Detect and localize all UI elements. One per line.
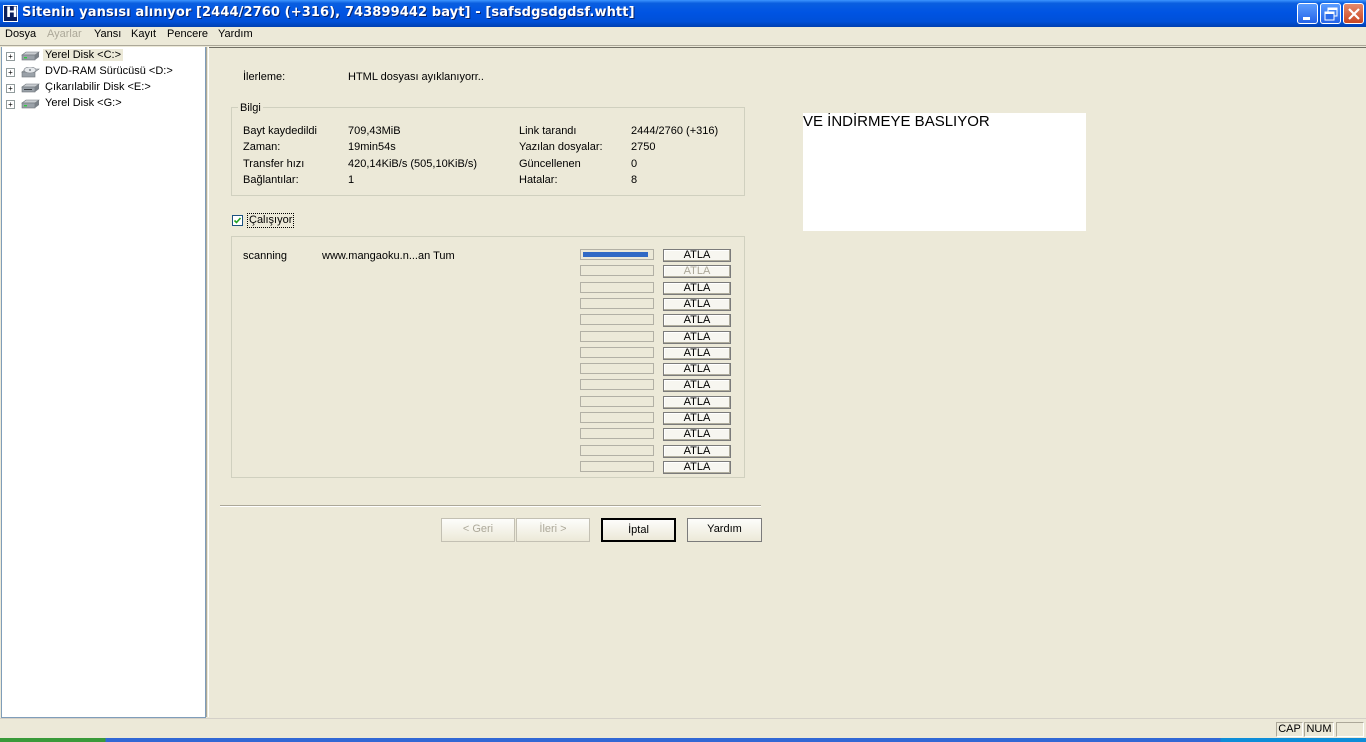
menu-ayarlar[interactable]: Ayarlar xyxy=(47,28,82,40)
tree-item-label: Yerel Disk <G:> xyxy=(45,97,122,109)
transfer-rate-value: 420,14KiB/s (505,10KiB/s) xyxy=(348,158,478,170)
skip-button[interactable]: ATLA xyxy=(663,331,731,344)
window-title: Sitenin yansısı alınıyor [2444/2760 (+31… xyxy=(22,5,635,20)
running-checkbox[interactable] xyxy=(232,215,243,226)
menu-separator xyxy=(0,45,1366,46)
taskbar-strip xyxy=(0,738,1366,742)
skip-button[interactable]: ATLA xyxy=(663,265,731,278)
errors-value: 8 xyxy=(631,174,638,186)
skip-button[interactable]: ATLA xyxy=(663,282,731,295)
running-label[interactable]: Çalışıyor xyxy=(247,213,295,228)
skip-button[interactable]: ATLA xyxy=(663,412,731,425)
slot-progress-bar xyxy=(580,265,654,276)
files-written-value: 2750 xyxy=(631,141,656,153)
expand-icon[interactable]: + xyxy=(6,100,15,109)
slot-progress-bar xyxy=(580,282,654,293)
slot-progress-bar xyxy=(580,428,654,439)
connections-label: Bağlantılar: xyxy=(243,174,299,186)
slot-progress-bar xyxy=(580,396,654,407)
info-groupbox xyxy=(231,107,745,196)
slot-progress-bar xyxy=(580,379,654,390)
menu-yardim[interactable]: Yardım xyxy=(218,28,253,40)
checkmark-icon xyxy=(233,217,242,224)
bytes-saved-label: Bayt kaydedildi xyxy=(243,125,317,137)
tree-item-label: Çıkarılabilir Disk <E:> xyxy=(45,81,151,93)
back-button[interactable]: < Geri xyxy=(441,518,515,542)
skip-button[interactable]: ATLA xyxy=(663,314,731,327)
minimize-icon xyxy=(1303,17,1310,20)
skip-button[interactable]: ATLA xyxy=(663,347,731,360)
pane-splitter[interactable] xyxy=(206,47,209,717)
time-value: 19min54s xyxy=(348,141,396,153)
scroll-lock-indicator xyxy=(1336,722,1364,737)
skip-button[interactable]: ATLA xyxy=(663,363,731,376)
hard-disk-icon xyxy=(21,51,40,61)
skip-button[interactable]: ATLA xyxy=(663,428,731,441)
skip-button[interactable]: ATLA xyxy=(663,298,731,311)
slot-progress-bar xyxy=(580,314,654,325)
removable-disk-icon xyxy=(21,83,40,93)
next-button[interactable]: İleri > xyxy=(516,518,590,542)
links-scanned-value: 2444/2760 (+316) xyxy=(631,125,719,137)
slot-progress-bar xyxy=(580,249,654,260)
slot-progress-bar xyxy=(580,347,654,358)
menu-pencere[interactable]: Pencere xyxy=(167,28,208,40)
slot-progress-bar xyxy=(580,298,654,309)
files-written-label: Yazılan dosyalar: xyxy=(519,141,603,153)
slot-progress-bar xyxy=(580,445,654,456)
dvd-drive-icon xyxy=(21,67,40,78)
app-icon-letter: H xyxy=(6,5,18,21)
skip-button[interactable]: ATLA xyxy=(663,249,731,262)
cancel-button[interactable]: İptal xyxy=(601,518,676,542)
links-scanned-label: Link tarandı xyxy=(519,125,577,137)
errors-label: Hatalar: xyxy=(519,174,558,186)
slot-progress-bar xyxy=(580,461,654,472)
progress-label: İlerleme: xyxy=(243,71,286,83)
minimize-button[interactable] xyxy=(1297,3,1318,24)
connections-value: 1 xyxy=(348,174,355,186)
slot-progress-bar xyxy=(580,412,654,423)
updated-label: Güncellenen xyxy=(519,158,581,170)
skip-button[interactable]: ATLA xyxy=(663,396,731,409)
time-label: Zaman: xyxy=(243,141,281,153)
status-message-text: VE İNDİRMEYE BASLIYOR xyxy=(803,113,990,130)
title-bar[interactable]: H Sitenin yansısı alınıyor [2444/2760 (+… xyxy=(0,0,1366,27)
expand-icon[interactable]: + xyxy=(6,84,15,93)
skip-button[interactable]: ATLA xyxy=(663,445,731,458)
transfer-rate-label: Transfer hızı xyxy=(243,158,305,170)
app-icon: H xyxy=(3,5,18,22)
expand-icon[interactable]: + xyxy=(6,68,15,77)
updated-value: 0 xyxy=(631,158,638,170)
menu-kayit[interactable]: Kayıt xyxy=(131,28,156,40)
restore-icon xyxy=(1324,7,1338,21)
slot-progress-bar xyxy=(580,363,654,374)
skip-button[interactable]: ATLA xyxy=(663,379,731,392)
status-bar: CAP NUM xyxy=(0,718,1366,739)
close-icon xyxy=(1348,8,1360,20)
tree-item-label: DVD-RAM Sürücüsü <D:> xyxy=(45,65,173,77)
menu-yansi[interactable]: Yansı xyxy=(94,28,121,40)
progress-value: HTML dosyası ayıklanıyorr.. xyxy=(348,71,484,83)
info-group-title: Bilgi xyxy=(238,102,263,114)
bytes-saved-value: 709,43MiB xyxy=(348,125,401,137)
menu-bar: Dosya Ayarlar Yansı Kayıt Pencere Yardım xyxy=(0,27,1366,45)
drive-tree[interactable]: + Yerel Disk <C:> + DVD-RAM Sürücüsü <D:… xyxy=(1,47,206,718)
restore-button[interactable] xyxy=(1320,3,1341,24)
button-separator xyxy=(220,505,761,507)
slot-progress-fill xyxy=(583,252,648,257)
hard-disk-icon xyxy=(21,99,40,109)
slot-status: scanning xyxy=(243,250,288,262)
help-button[interactable]: Yardım xyxy=(687,518,762,542)
close-button[interactable] xyxy=(1343,3,1364,24)
slot-url: www.mangaoku.n...an Tum xyxy=(322,250,455,262)
num-lock-indicator: NUM xyxy=(1304,722,1334,737)
status-message-box: VE İNDİRMEYE BASLIYOR xyxy=(803,113,1086,231)
skip-button[interactable]: ATLA xyxy=(663,461,731,474)
expand-icon[interactable]: + xyxy=(6,52,15,61)
tree-item-label: Yerel Disk <C:> xyxy=(43,49,124,61)
main-pane-border xyxy=(209,47,1366,48)
caps-lock-indicator: CAP xyxy=(1276,722,1303,737)
slot-progress-bar xyxy=(580,331,654,342)
menu-dosya[interactable]: Dosya xyxy=(5,28,36,40)
